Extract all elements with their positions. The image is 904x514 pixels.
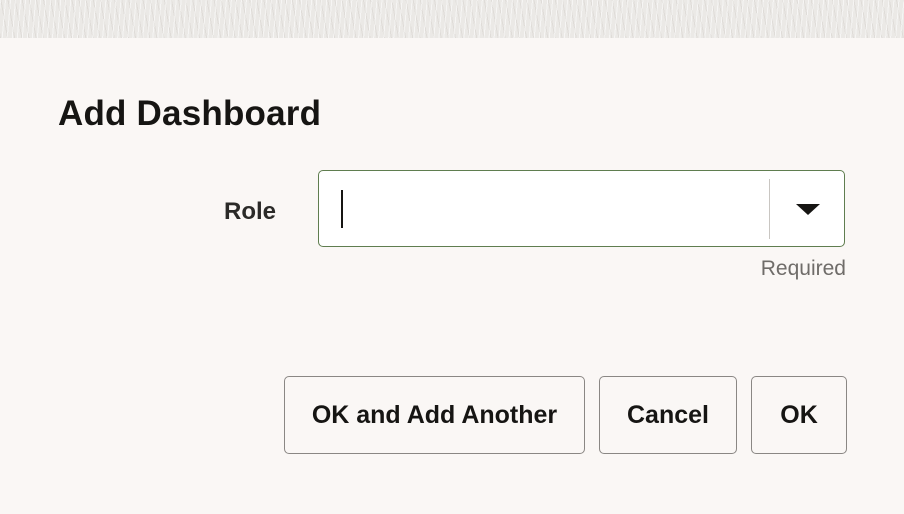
role-dropdown-button[interactable]: [770, 171, 845, 246]
ok-button[interactable]: OK: [751, 376, 847, 454]
triangle-down-icon: [796, 204, 820, 215]
cancel-button[interactable]: Cancel: [599, 376, 737, 454]
required-hint: Required: [760, 257, 846, 280]
role-label: Role: [224, 198, 277, 225]
add-dashboard-dialog: Add Dashboard Role Required OK and Add A…: [0, 38, 904, 514]
text-cursor: [341, 190, 343, 228]
role-input[interactable]: [347, 171, 771, 248]
background-texture: [0, 0, 904, 38]
ok-and-add-another-button[interactable]: OK and Add Another: [284, 376, 585, 454]
role-select[interactable]: [318, 170, 845, 248]
dialog-title: Add Dashboard: [58, 94, 322, 133]
